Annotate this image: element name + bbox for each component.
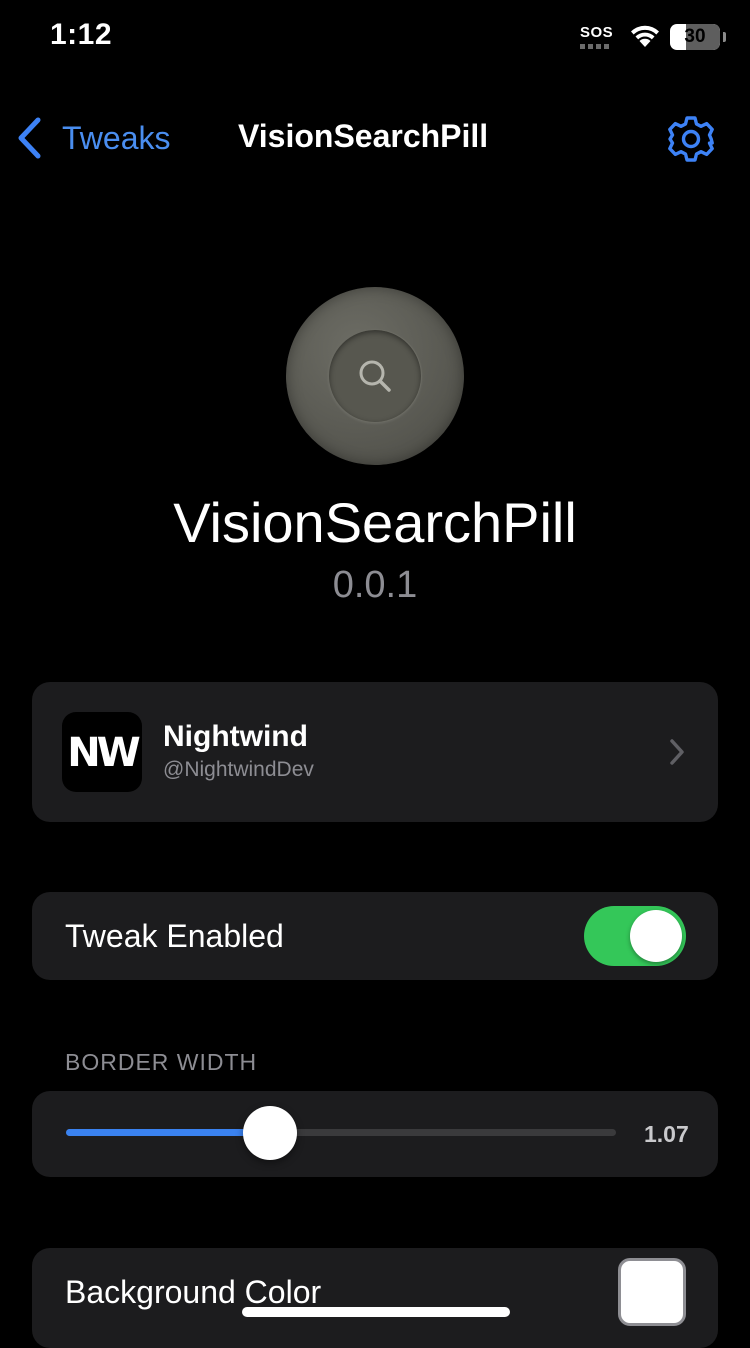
signal-dots-icon bbox=[580, 44, 609, 49]
tweak-name: VisionSearchPill bbox=[173, 491, 577, 554]
back-button[interactable]: Tweaks bbox=[16, 116, 170, 160]
background-color-swatch[interactable] bbox=[618, 1258, 686, 1326]
sos-label: SOS bbox=[580, 24, 614, 41]
background-color-row[interactable]: Background Color bbox=[32, 1248, 718, 1348]
page-title: VisionSearchPill bbox=[238, 118, 489, 154]
developer-name: Nightwind bbox=[163, 720, 308, 753]
border-width-value: 1.07 bbox=[644, 1121, 689, 1147]
border-width-section-header: BORDER WIDTH bbox=[65, 1049, 258, 1075]
status-time: 1:12 bbox=[50, 18, 113, 51]
wifi-icon bbox=[631, 25, 659, 47]
tweak-icon bbox=[286, 287, 464, 465]
home-indicator bbox=[242, 1307, 510, 1317]
tweak-enabled-row: Tweak Enabled bbox=[32, 892, 718, 980]
border-width-slider[interactable] bbox=[66, 1106, 616, 1160]
border-width-row: 1.07 bbox=[32, 1091, 718, 1177]
magnifying-glass-icon bbox=[359, 360, 391, 392]
tweak-version: 0.0.1 bbox=[332, 564, 418, 606]
slider-fill bbox=[66, 1129, 270, 1136]
slider-thumb[interactable] bbox=[243, 1106, 297, 1160]
developer-handle: @NightwindDev bbox=[163, 758, 314, 781]
sos-indicator: SOS bbox=[580, 24, 614, 54]
developer-card[interactable]: NW Nightwind @NightwindDev bbox=[32, 682, 718, 822]
tweak-enabled-label: Tweak Enabled bbox=[65, 918, 284, 954]
battery-level: 30 bbox=[684, 26, 706, 47]
avatar-logo: NW bbox=[67, 730, 141, 776]
toggle-knob bbox=[630, 910, 682, 962]
chevron-left-icon bbox=[18, 117, 41, 159]
gear-icon[interactable] bbox=[666, 114, 716, 164]
navigation-bar: Tweaks VisionSearchPill bbox=[0, 100, 750, 176]
tweak-enabled-toggle[interactable] bbox=[584, 906, 686, 966]
battery-icon: 30 bbox=[670, 24, 726, 50]
background-color-label: Background Color bbox=[65, 1274, 322, 1310]
status-bar: 1:12 SOS 30 bbox=[0, 0, 750, 76]
search-pill bbox=[328, 329, 422, 423]
avatar: NW bbox=[62, 712, 142, 792]
chevron-right-icon bbox=[670, 739, 684, 765]
back-label: Tweaks bbox=[62, 119, 171, 156]
